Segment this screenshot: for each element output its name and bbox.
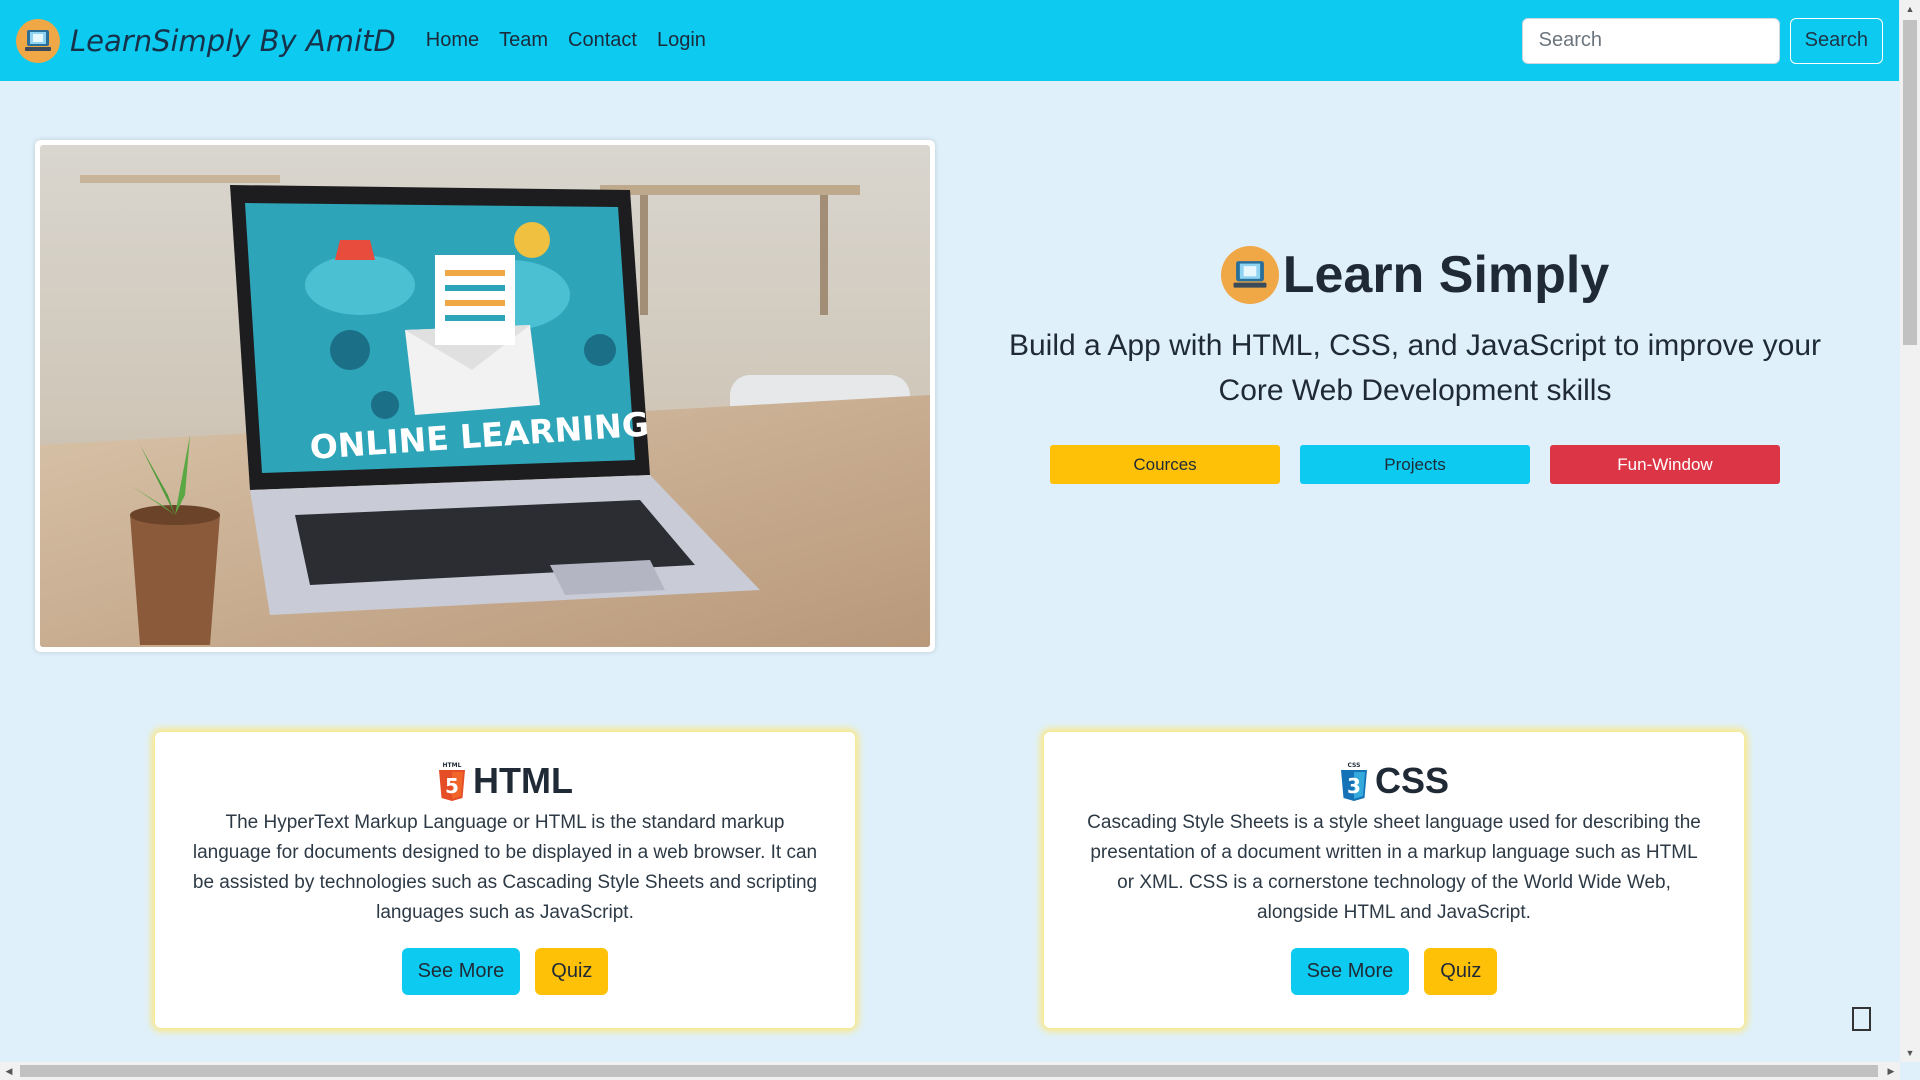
vertical-scroll-thumb[interactable] [1903, 20, 1917, 345]
scroll-up-icon[interactable]: ▲ [1900, 0, 1920, 18]
html-card-title-row: HTML 5 HTML [191, 760, 819, 802]
vertical-scrollbar[interactable]: ▲ ▼ [1900, 0, 1920, 1062]
hero-image-frame: ONLINE LEARNING [35, 140, 935, 652]
html-card-description: The HyperText Markup Language or HTML is… [192, 812, 818, 923]
css-card-title-row: CSS 3 CSS [1080, 760, 1708, 802]
html-see-more-button[interactable]: See More [401, 948, 521, 995]
courses-button[interactable]: Cources [1050, 445, 1280, 484]
svg-text:3: 3 [1347, 774, 1361, 798]
svg-text:5: 5 [445, 774, 459, 798]
nav-login[interactable]: Login [657, 29, 706, 52]
css-card-buttons: See More Quiz [1080, 948, 1708, 995]
scroll-down-icon[interactable]: ▼ [1900, 1044, 1920, 1062]
horizontal-scroll-thumb[interactable] [20, 1065, 1878, 1077]
css-card-description: Cascading Style Sheets is a style sheet … [1087, 812, 1701, 923]
svg-text:HTML: HTML [443, 762, 462, 769]
brand-name[interactable]: LearnSimply By AmitD [70, 24, 396, 58]
scroll-left-icon[interactable]: ◀ [0, 1062, 18, 1080]
search-form: Search [1521, 17, 1883, 64]
nav-contact[interactable]: Contact [568, 29, 637, 52]
nav-team[interactable]: Team [499, 29, 548, 52]
hero-title-row: Learn Simply [970, 245, 1860, 305]
horizontal-scrollbar[interactable]: ◀ ▶ [0, 1062, 1900, 1080]
hero-buttons: Cources Projects Fun-Window [970, 445, 1860, 484]
html-card-buttons: See More Quiz [191, 948, 819, 995]
html5-icon: HTML 5 [439, 762, 466, 801]
css-card: CSS 3 CSS Cascading Style Sheets is a st… [1044, 732, 1744, 1028]
css3-icon: CSS 3 [1340, 762, 1367, 801]
css-card-title: CSS [1374, 760, 1450, 801]
hero-title: Learn Simply [1282, 246, 1610, 304]
back-to-top-box[interactable] [1852, 1007, 1871, 1031]
nav-home[interactable]: Home [426, 29, 479, 52]
css-see-more-button[interactable]: See More [1290, 948, 1410, 995]
hero-subtitle: Build a App with HTML, CSS, and JavaScri… [1008, 329, 1822, 407]
projects-button[interactable]: Projects [1300, 445, 1530, 484]
hero-image: ONLINE LEARNING [40, 145, 930, 647]
search-button[interactable]: Search [1789, 17, 1883, 64]
book-laptop-icon [16, 18, 60, 63]
search-input[interactable] [1521, 17, 1780, 64]
html-quiz-button[interactable]: Quiz [535, 948, 609, 995]
scroll-right-icon[interactable]: ▶ [1882, 1062, 1900, 1080]
book-laptop-icon [1220, 246, 1279, 304]
navbar: LearnSimply By AmitD Home Team Contact L… [0, 0, 1899, 81]
css-quiz-button[interactable]: Quiz [1424, 948, 1498, 995]
fun-window-button[interactable]: Fun-Window [1550, 445, 1780, 484]
html-card-title: HTML [473, 760, 573, 801]
brand[interactable]: LearnSimply By AmitD [16, 18, 396, 63]
html-card: HTML 5 HTML The HyperText Markup Languag… [155, 732, 855, 1028]
svg-text:CSS: CSS [1348, 762, 1361, 769]
hero-section: Learn Simply Build a App with HTML, CSS,… [970, 245, 1860, 484]
